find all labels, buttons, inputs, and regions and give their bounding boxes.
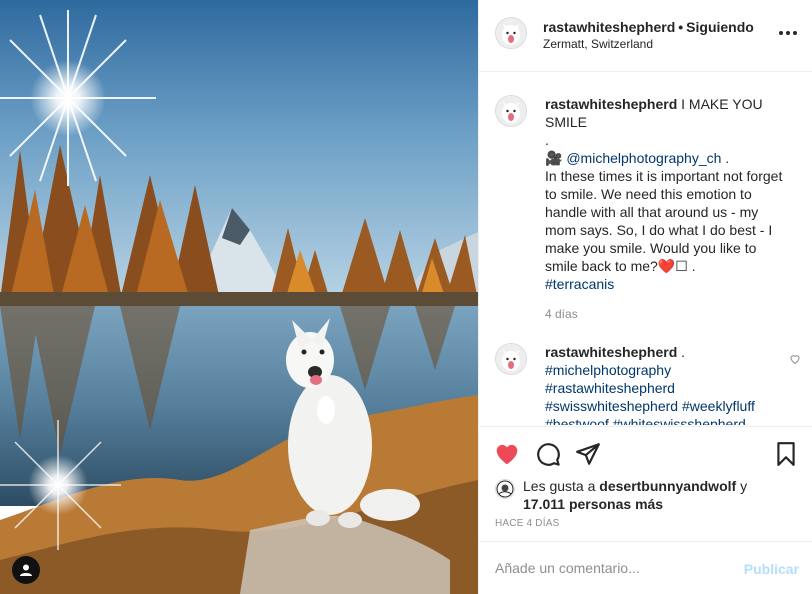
post-photo[interactable] — [0, 0, 478, 594]
comment-form: Publicar — [479, 541, 812, 594]
comment-suffix: . — [677, 344, 686, 360]
mention-suffix: . — [721, 150, 730, 166]
comment-hashtag[interactable]: #rastawhiteshepherd — [545, 380, 675, 396]
user-tag-icon — [20, 564, 32, 576]
comments-list[interactable]: rastawhiteshepherd I MAKE YOU SMILE . 🎥 … — [479, 73, 812, 425]
dog-avatar-icon — [496, 344, 526, 374]
caption-username[interactable]: rastawhiteshepherd — [545, 96, 677, 112]
caption-dot: . — [545, 132, 549, 148]
camera-emoji-icon: 🎥 — [545, 150, 563, 166]
more-options-icon[interactable] — [779, 27, 799, 39]
liker-username[interactable]: desertbunnyandwolf — [599, 478, 736, 494]
header-separator: • — [678, 19, 684, 35]
header-username-row: rastawhiteshepherd • Siguiendo — [543, 19, 754, 35]
dog-avatar-icon — [496, 18, 526, 48]
post-header: rastawhiteshepherd • Siguiendo Zermatt, Sw… — [479, 0, 812, 72]
comment-hashtag[interactable]: #bestwoof — [545, 416, 609, 425]
caption-mention[interactable]: @michelphotography_ch — [566, 150, 721, 166]
post-actions: Les gusta a desertbunnyandwolf y 17.011 … — [479, 426, 812, 541]
likes-join: y — [736, 478, 748, 494]
caption-avatar[interactable] — [495, 95, 527, 127]
post-panel: rastawhiteshepherd • Siguiendo Zermatt, Sw… — [478, 0, 812, 594]
caption-hashtag[interactable]: #terracanis — [545, 275, 785, 293]
publish-button[interactable]: Publicar — [744, 561, 799, 577]
comment-text: rastawhiteshepherd . #michelphotography … — [545, 343, 785, 425]
comment-like-icon[interactable] — [789, 353, 801, 365]
comment-hashtag[interactable]: #weeklyfluff — [682, 398, 755, 414]
comment-hashtag[interactable]: #swisswhiteshepherd — [545, 398, 678, 414]
likes-text: Les gusta a desertbunnyandwolf y 17.011 … — [523, 477, 793, 513]
posted-time[interactable]: HACE 4 DÍAS — [495, 518, 559, 529]
comment-hashtag[interactable]: #michelphotography — [545, 362, 671, 378]
share-icon[interactable] — [575, 441, 601, 467]
dog-avatar-icon — [496, 96, 526, 126]
likes-count[interactable]: 17.011 personas más — [523, 496, 663, 512]
author-avatar[interactable] — [495, 17, 527, 49]
caption-text: rastawhiteshepherd I MAKE YOU SMILE . 🎥 … — [545, 95, 785, 293]
comment-icon[interactable] — [535, 441, 561, 467]
comment-username[interactable]: rastawhiteshepherd — [545, 344, 677, 360]
caption-time[interactable]: 4 días — [545, 307, 578, 321]
comment-hashtag[interactable]: #whiteswissshepherd — [613, 416, 746, 425]
user-tag-button[interactable] — [12, 556, 40, 584]
heart-filled-icon[interactable] — [494, 441, 520, 467]
liker-avatar-icon — [496, 480, 514, 498]
bookmark-icon[interactable] — [773, 441, 799, 467]
liker-avatar[interactable] — [495, 479, 515, 499]
caption-emoji: ❤️☐ . — [657, 258, 696, 274]
header-username[interactable]: rastawhiteshepherd — [543, 19, 675, 35]
post-image — [0, 0, 478, 594]
comment-input[interactable] — [495, 560, 725, 576]
follow-status-button[interactable]: Siguiendo — [686, 19, 754, 35]
likes-prefix: Les gusta a — [523, 478, 600, 494]
post-location[interactable]: Zermatt, Switzerland — [543, 37, 653, 51]
comment-avatar[interactable] — [495, 343, 527, 375]
